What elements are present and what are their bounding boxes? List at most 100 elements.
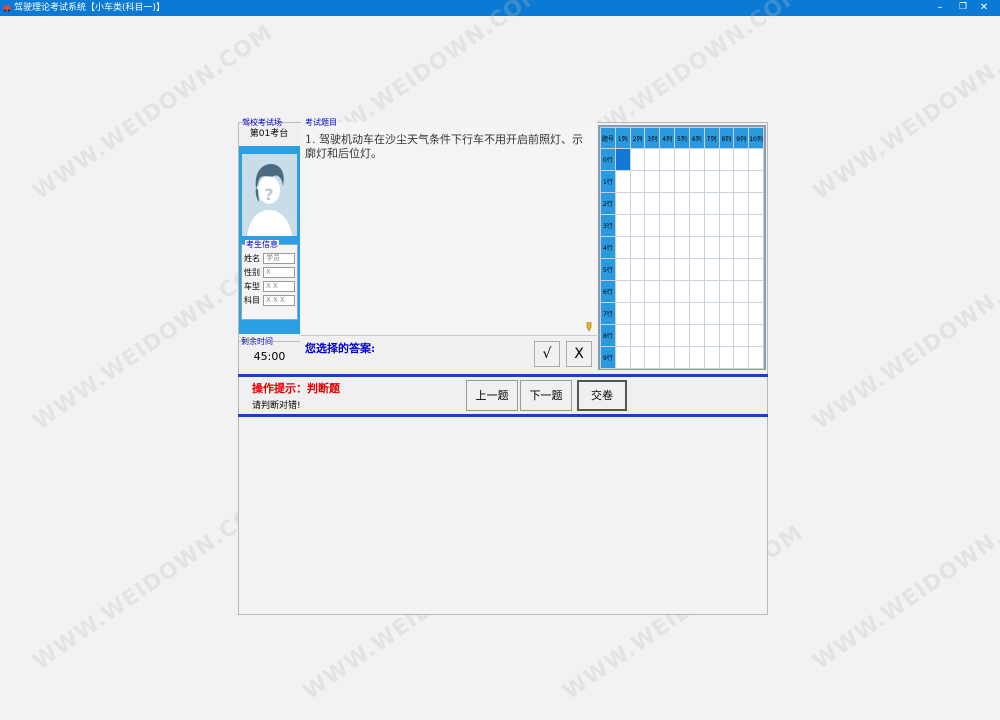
grid-cell[interactable] [703, 258, 720, 281]
grid-cell[interactable] [644, 236, 661, 259]
grid-cell[interactable] [748, 148, 764, 171]
grid-cell[interactable] [718, 148, 735, 171]
grid-cell[interactable] [688, 280, 705, 303]
grid-cell[interactable] [674, 258, 690, 281]
grid-cell[interactable] [659, 236, 676, 259]
grid-cell[interactable] [703, 148, 720, 171]
grid-cell[interactable] [733, 280, 750, 303]
grid-cell[interactable] [688, 258, 705, 281]
grid-cell[interactable] [629, 236, 646, 259]
grid-cell[interactable] [703, 280, 720, 303]
grid-cell[interactable] [718, 302, 735, 325]
grid-cell[interactable] [659, 258, 676, 281]
grid-cell[interactable] [644, 324, 661, 347]
grid-cell[interactable] [644, 170, 661, 193]
grid-cell[interactable] [659, 346, 676, 369]
grid-cell[interactable] [629, 170, 646, 193]
grid-cell[interactable] [629, 280, 646, 303]
grid-cell[interactable] [718, 324, 735, 347]
grid-cell[interactable] [688, 324, 705, 347]
grid-cell[interactable] [674, 346, 690, 369]
grid-cell[interactable] [733, 170, 750, 193]
next-question-button[interactable]: 下一题 [520, 380, 572, 411]
grid-cell[interactable] [629, 302, 646, 325]
grid-cell[interactable] [748, 170, 764, 193]
grid-cell[interactable] [688, 170, 705, 193]
grid-cell[interactable] [748, 236, 764, 259]
grid-cell[interactable] [688, 236, 705, 259]
grid-cell[interactable] [674, 148, 690, 171]
grid-cell[interactable] [674, 170, 690, 193]
previous-question-button[interactable]: 上一题 [466, 380, 518, 411]
grid-cell[interactable] [748, 302, 764, 325]
grid-cell[interactable] [659, 148, 676, 171]
grid-cell[interactable] [614, 346, 631, 369]
grid-cell[interactable] [644, 258, 661, 281]
grid-cell[interactable] [629, 148, 646, 171]
grid-cell[interactable] [674, 236, 690, 259]
answer-true-button[interactable]: √ [534, 341, 560, 367]
submit-exam-button[interactable]: 交卷 [577, 380, 627, 411]
grid-cell[interactable] [659, 302, 676, 325]
answer-false-button[interactable]: X [566, 341, 592, 367]
grid-cell[interactable] [688, 192, 705, 215]
grid-cell[interactable] [614, 236, 631, 259]
grid-cell-current[interactable] [614, 148, 631, 171]
grid-cell[interactable] [644, 192, 661, 215]
grid-cell[interactable] [748, 258, 764, 281]
grid-cell[interactable] [644, 302, 661, 325]
grid-cell[interactable] [733, 346, 750, 369]
grid-cell[interactable] [748, 280, 764, 303]
grid-cell[interactable] [674, 280, 690, 303]
grid-cell[interactable] [644, 346, 661, 369]
grid-cell[interactable] [748, 192, 764, 215]
grid-cell[interactable] [733, 258, 750, 281]
grid-cell[interactable] [733, 148, 750, 171]
grid-cell[interactable] [659, 214, 676, 237]
grid-cell[interactable] [688, 346, 705, 369]
grid-cell[interactable] [659, 170, 676, 193]
grid-cell[interactable] [733, 324, 750, 347]
grid-cell[interactable] [644, 280, 661, 303]
close-button[interactable]: ✕ [969, 0, 999, 16]
grid-cell[interactable] [614, 280, 631, 303]
grid-cell[interactable] [674, 192, 690, 215]
grid-cell[interactable] [703, 214, 720, 237]
grid-cell[interactable] [629, 324, 646, 347]
grid-cell[interactable] [614, 214, 631, 237]
grid-cell[interactable] [703, 324, 720, 347]
grid-cell[interactable] [629, 258, 646, 281]
grid-cell[interactable] [703, 302, 720, 325]
grid-cell[interactable] [703, 170, 720, 193]
grid-cell[interactable] [629, 214, 646, 237]
grid-cell[interactable] [718, 192, 735, 215]
grid-cell[interactable] [718, 170, 735, 193]
grid-cell[interactable] [688, 148, 705, 171]
grid-cell[interactable] [718, 236, 735, 259]
grid-cell[interactable] [659, 324, 676, 347]
grid-cell[interactable] [614, 170, 631, 193]
grid-cell[interactable] [614, 258, 631, 281]
grid-cell[interactable] [733, 214, 750, 237]
grid-cell[interactable] [718, 258, 735, 281]
grid-cell[interactable] [674, 302, 690, 325]
grid-cell[interactable] [718, 214, 735, 237]
grid-cell[interactable] [703, 236, 720, 259]
grid-cell[interactable] [733, 192, 750, 215]
grid-cell[interactable] [718, 346, 735, 369]
grid-cell[interactable] [659, 192, 676, 215]
grid-cell[interactable] [629, 346, 646, 369]
grid-cell[interactable] [629, 192, 646, 215]
grid-cell[interactable] [644, 214, 661, 237]
grid-cell[interactable] [614, 302, 631, 325]
grid-cell[interactable] [674, 324, 690, 347]
grid-cell[interactable] [644, 148, 661, 171]
grid-cell[interactable] [703, 192, 720, 215]
grid-cell[interactable] [614, 324, 631, 347]
grid-cell[interactable] [748, 324, 764, 347]
grid-cell[interactable] [748, 214, 764, 237]
grid-cell[interactable] [748, 346, 764, 369]
grid-cell[interactable] [733, 236, 750, 259]
grid-cell[interactable] [688, 214, 705, 237]
grid-cell[interactable] [718, 280, 735, 303]
